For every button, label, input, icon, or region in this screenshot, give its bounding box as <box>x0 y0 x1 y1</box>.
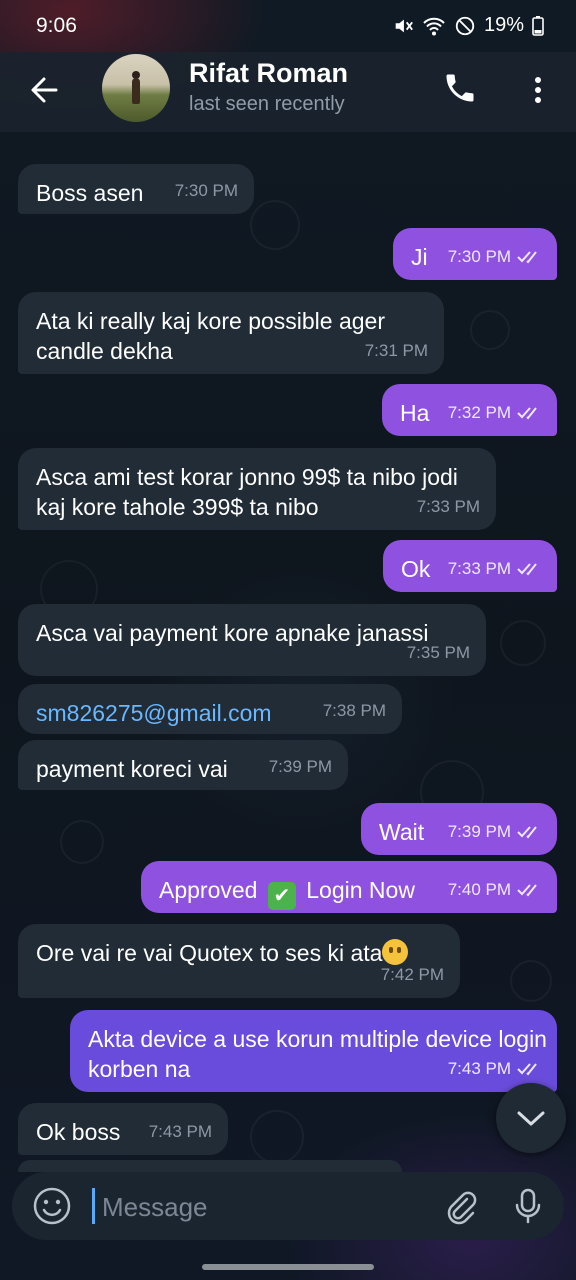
message-text: Wait <box>379 819 425 845</box>
dnd-icon <box>454 15 476 37</box>
message-text: Ok boss <box>36 1119 121 1145</box>
double-check-icon <box>517 407 537 420</box>
mute-icon <box>392 15 414 37</box>
message-incoming[interactable]: Ata ki really kaj kore possible ager can… <box>18 292 444 374</box>
message-incoming[interactable]: Boss asen 7:30 PM <box>18 164 254 214</box>
message-input[interactable] <box>100 1186 434 1228</box>
message-time: 7:39 PM <box>447 822 511 841</box>
text-cursor <box>92 1188 95 1224</box>
message-time: 7:33 PM <box>416 497 480 516</box>
message-time: 7:33 PM <box>447 559 511 578</box>
chevron-down-icon <box>517 1111 545 1126</box>
message-incoming[interactable]: Ore vai re vai Quotex to ses ki ata 7:42… <box>18 924 460 998</box>
emoji-smile-icon[interactable] <box>32 1186 72 1226</box>
message-text: payment koreci vai <box>36 756 228 782</box>
contact-name[interactable]: Rifat Roman <box>189 58 348 89</box>
message-text: Ha <box>400 400 430 426</box>
message-outgoing[interactable]: Wait 7:39 PM <box>361 803 557 855</box>
message-outgoing[interactable]: Approved ✔ Login Now 7:40 PM <box>141 861 557 913</box>
home-indicator[interactable] <box>202 1264 374 1270</box>
message-time: 7:31 PM <box>364 341 428 360</box>
message-time: 7:35 PM <box>406 643 470 662</box>
message-time: 7:43 PM <box>447 1059 511 1078</box>
battery-percent: 19% <box>483 14 524 36</box>
message-time: 7:39 PM <box>268 757 332 776</box>
message-incoming[interactable]: payment koreci vai 7:39 PM <box>18 740 348 790</box>
message-incoming[interactable]: Ok boss 7:43 PM <box>18 1103 228 1155</box>
chat-header: Rifat Roman last seen recently <box>0 52 576 132</box>
message-incoming-partial <box>18 1160 402 1172</box>
double-check-icon <box>517 251 537 264</box>
message-time: 7:30 PM <box>174 181 238 200</box>
double-check-icon <box>517 884 537 897</box>
more-vertical-icon[interactable] <box>518 70 558 110</box>
phone-icon[interactable] <box>442 70 482 110</box>
message-text-before: Approved <box>159 877 258 903</box>
message-text: Ok <box>401 556 431 582</box>
avatar[interactable] <box>102 54 170 122</box>
message-outgoing[interactable]: Ji 7:30 PM <box>393 228 557 280</box>
message-time: 7:42 PM <box>380 965 444 984</box>
message-incoming[interactable]: Asca vai payment kore apnake janassi 7:3… <box>18 604 486 676</box>
message-composer <box>12 1172 564 1240</box>
email-link[interactable]: sm826275@gmail.com <box>36 700 272 726</box>
message-time: 7:32 PM <box>447 403 511 422</box>
message-text: Asca ami test korar jonno 99$ ta nibo jo… <box>36 464 458 520</box>
message-text: Ji <box>411 244 428 270</box>
paperclip-icon[interactable] <box>440 1186 480 1226</box>
scroll-down-button[interactable] <box>496 1083 566 1153</box>
message-time: 7:30 PM <box>447 247 511 266</box>
double-check-icon <box>517 1063 537 1076</box>
message-outgoing[interactable]: Ha 7:32 PM <box>382 384 557 436</box>
message-time: 7:38 PM <box>322 701 386 720</box>
message-time: 7:40 PM <box>447 880 511 899</box>
message-text: Boss asen <box>36 180 144 206</box>
check-mark-emoji-icon: ✔ <box>267 882 296 910</box>
message-text: Asca vai payment kore apnake janassi <box>36 620 429 646</box>
message-text-after: Login Now <box>306 877 415 903</box>
message-text: Ore vai re vai Quotex to ses ki ata <box>36 940 383 966</box>
back-arrow-icon[interactable] <box>26 70 66 110</box>
message-outgoing[interactable]: Ok 7:33 PM <box>383 540 557 592</box>
message-outgoing[interactable]: Akta device a use korun multiple device … <box>70 1010 557 1092</box>
microphone-icon[interactable] <box>508 1186 548 1226</box>
last-seen-status: last seen recently <box>189 93 345 115</box>
status-bar: 9:06 19% <box>0 0 576 52</box>
message-incoming[interactable]: sm826275@gmail.com 7:38 PM <box>18 684 402 734</box>
wifi-icon <box>422 15 446 37</box>
message-incoming[interactable]: Asca ami test korar jonno 99$ ta nibo jo… <box>18 448 496 530</box>
battery-icon <box>532 15 544 36</box>
double-check-icon <box>517 826 537 839</box>
status-time: 9:06 <box>36 14 77 37</box>
message-time: 7:43 PM <box>148 1122 212 1141</box>
double-check-icon <box>517 563 537 576</box>
